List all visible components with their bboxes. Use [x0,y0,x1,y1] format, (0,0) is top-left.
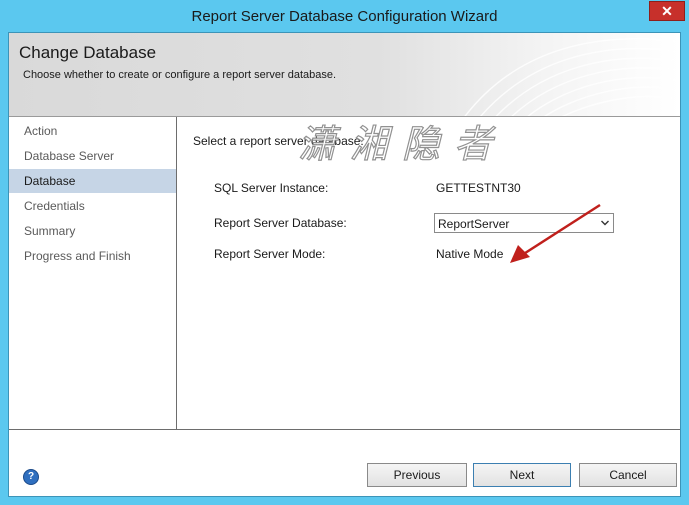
help-icon[interactable]: ? [23,469,39,485]
sql-instance-value: GETTESTNT30 [436,181,521,195]
close-button[interactable]: ✕ [649,1,685,21]
page-subtitle: Choose whether to create or configure a … [23,69,337,81]
banner-swirl-graphic [464,38,680,116]
wizard-client-area: Change Database Choose whether to create… [8,32,681,497]
header-banner: Change Database Choose whether to create… [9,33,680,117]
page-title: Change Database [19,43,157,62]
report-server-mode-label: Report Server Mode: [214,247,326,261]
next-button[interactable]: Next [473,463,571,487]
nav-item-summary[interactable]: Summary [9,219,176,243]
nav-item-database[interactable]: Database [9,169,176,193]
previous-button[interactable]: Previous [367,463,467,487]
window-title: Report Server Database Configuration Wiz… [191,8,498,25]
report-server-database-select[interactable]: ReportServer [434,213,614,233]
wizard-steps-nav: Action Database Server Database Credenti… [9,117,177,429]
title-bar[interactable]: Report Server Database Configuration Wiz… [0,0,689,32]
report-server-mode-value: Native Mode [436,247,504,261]
nav-item-action[interactable]: Action [9,119,176,143]
report-server-database-label: Report Server Database: [214,216,347,230]
watermark-text: 潇湘隐者 [297,121,507,166]
footer-divider [9,429,680,430]
close-icon: ✕ [661,3,673,19]
cancel-button[interactable]: Cancel [579,463,677,487]
chevron-down-icon [601,220,609,226]
wizard-window: Report Server Database Configuration Wiz… [0,0,689,505]
report-server-database-selected-value: ReportServer [438,217,510,231]
nav-item-database-server[interactable]: Database Server [9,144,176,168]
annotation-arrow-icon [510,203,601,263]
nav-item-credentials[interactable]: Credentials [9,194,176,218]
nav-item-progress-and-finish[interactable]: Progress and Finish [9,244,176,268]
sql-instance-label: SQL Server Instance: [214,181,329,195]
wizard-content: Select a report server database: SQL Ser… [178,117,680,429]
